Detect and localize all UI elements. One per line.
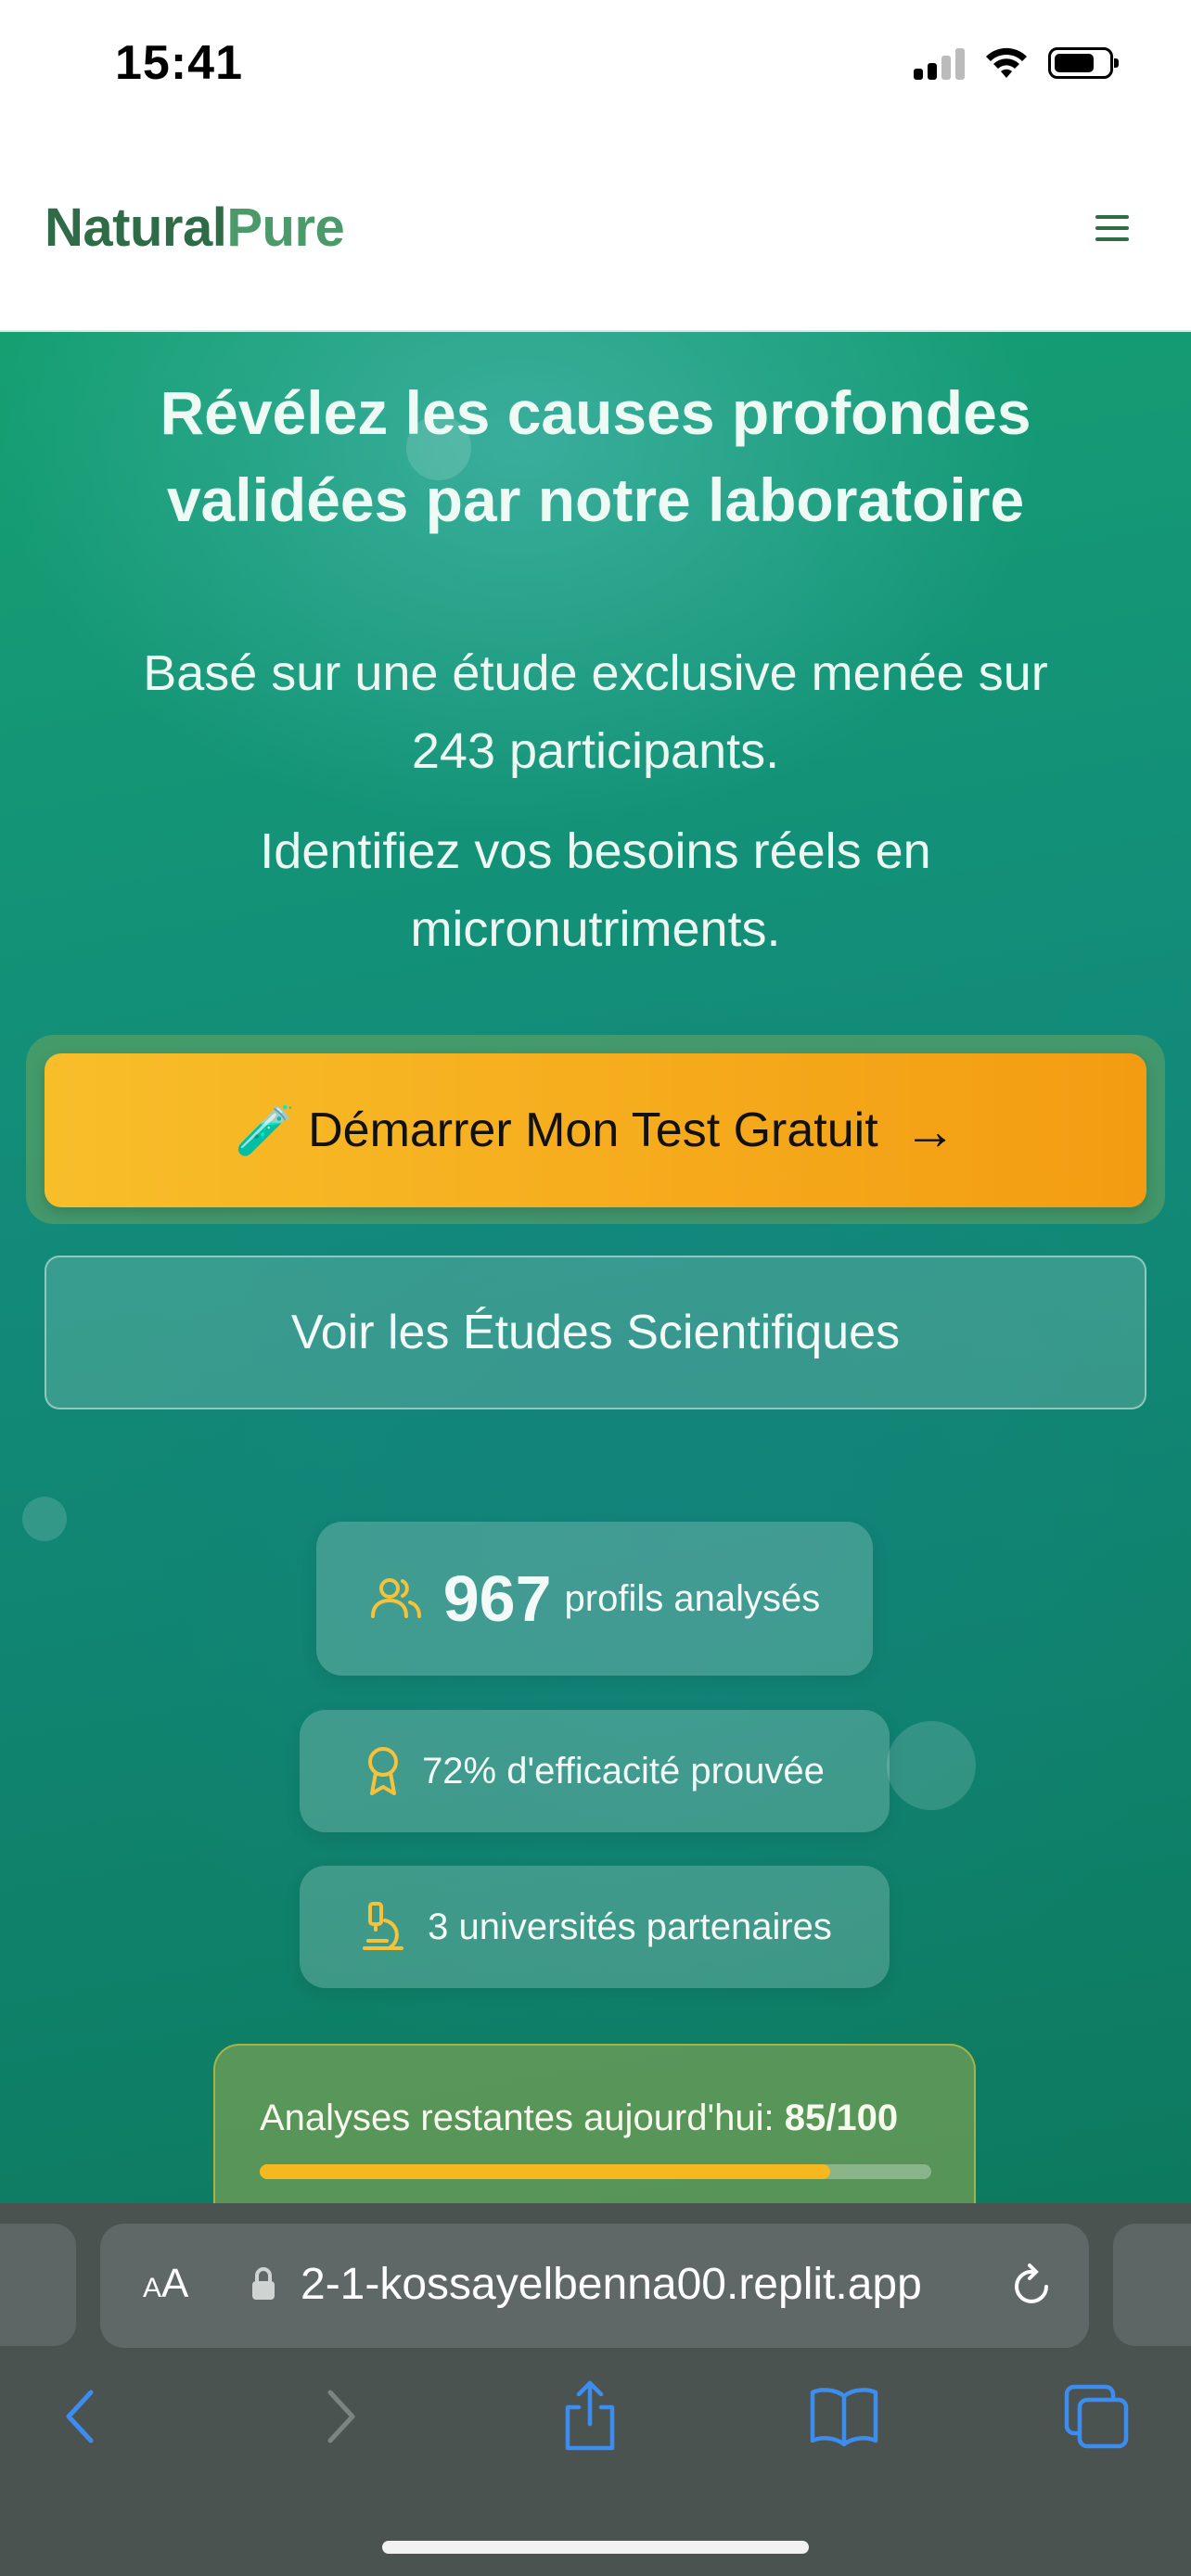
remaining-analyses-label: Analyses restantes aujourd'hui: — [260, 2098, 775, 2138]
universities-label: 3 universités partenaires — [428, 1906, 832, 1947]
decorative-bubble — [887, 1721, 976, 1810]
hero-subtitle-line: Identifiez vos besoins réels en — [260, 823, 931, 879]
site-header: NaturalPure — [0, 139, 1191, 332]
hamburger-menu-icon[interactable] — [1089, 210, 1135, 247]
hero-subtitle-line: Basé sur une étude exclusive menée sur — [143, 645, 1048, 701]
next-tab-stub[interactable] — [1113, 2224, 1191, 2346]
browser-chrome: AA 2-1-kossayelbenna00.replit.app — [0, 2203, 1191, 2576]
cellular-signal-icon — [914, 46, 965, 80]
url-text: 2-1-kossayelbenna00.replit.app — [301, 2260, 922, 2309]
aa-small: A — [143, 2273, 162, 2303]
efficacy-label: 72% d'efficacité prouvée — [422, 1750, 825, 1792]
stat-efficacy-card: 72% d'efficacité prouvée — [300, 1710, 890, 1832]
progress-fill — [260, 2164, 831, 2179]
address-bar[interactable]: AA 2-1-kossayelbenna00.replit.app — [100, 2224, 1089, 2348]
hero-title: Révélez les causes profondes validées pa… — [56, 369, 1135, 543]
profiles-label: profils analysés — [564, 1577, 821, 1619]
hero-subtitle-study: Basé sur une étude exclusive menée sur 2… — [56, 634, 1135, 790]
tabs-icon[interactable] — [1059, 2379, 1133, 2454]
hero-title-line: Révélez les causes profondes — [160, 378, 1031, 447]
reader-options-button[interactable]: AA — [143, 2261, 188, 2307]
stat-profiles-card: 967 profils analysés — [316, 1522, 873, 1676]
home-indicator — [382, 2541, 809, 2554]
profiles-count: 967 — [442, 1562, 552, 1635]
remaining-analyses-card: Analyses restantes aujourd'hui: 85/100 — [213, 2044, 976, 2229]
users-icon — [369, 1575, 423, 1622]
share-icon[interactable] — [553, 2379, 627, 2454]
reload-icon[interactable] — [1005, 2261, 1057, 2313]
forward-icon[interactable] — [302, 2379, 377, 2454]
arrow-right-icon: → — [903, 1101, 956, 1160]
lock-icon — [252, 2267, 275, 2300]
logo-part-natural: Natural — [45, 198, 227, 258]
award-icon — [365, 1745, 402, 1797]
back-icon[interactable] — [45, 2379, 119, 2454]
start-free-test-button[interactable]: 🧪 Démarrer Mon Test Gratuit → — [45, 1053, 1146, 1207]
hero-title-line: validées par notre laboratoire — [166, 465, 1025, 534]
bookmarks-icon[interactable] — [807, 2379, 881, 2454]
previous-tab-stub[interactable] — [0, 2224, 76, 2346]
status-icons — [914, 46, 1119, 80]
stat-universities-card: 3 universités partenaires — [300, 1866, 890, 1988]
microscope-icon — [357, 1900, 407, 1954]
battery-icon — [1048, 47, 1119, 79]
remaining-analyses-text: Analyses restantes aujourd'hui: 85/100 — [260, 2098, 898, 2139]
status-bar: 15:41 — [0, 0, 1191, 139]
browser-toolbar — [0, 2379, 1191, 2481]
test-tube-icon: 🧪 — [235, 1103, 296, 1158]
status-time: 15:41 — [115, 36, 243, 90]
view-studies-label: Voir les Études Scientifiques — [290, 1306, 901, 1359]
logo-part-pure: Pure — [226, 198, 345, 258]
aa-big: A — [161, 2261, 189, 2306]
remaining-analyses-progress-bar — [260, 2164, 931, 2179]
hero-subtitle-needs: Identifiez vos besoins réels en micronut… — [56, 812, 1135, 968]
hero-subtitle-line: 243 participants. — [411, 723, 780, 779]
hero-subtitle-line: micronutriments. — [410, 901, 781, 957]
view-studies-button[interactable]: Voir les Études Scientifiques — [45, 1256, 1146, 1409]
site-logo[interactable]: NaturalPure — [45, 197, 345, 259]
wifi-icon — [986, 47, 1027, 78]
decorative-bubble — [22, 1497, 67, 1541]
remaining-analyses-value: 85/100 — [784, 2098, 899, 2138]
start-free-test-label: Démarrer Mon Test Gratuit — [308, 1103, 878, 1157]
